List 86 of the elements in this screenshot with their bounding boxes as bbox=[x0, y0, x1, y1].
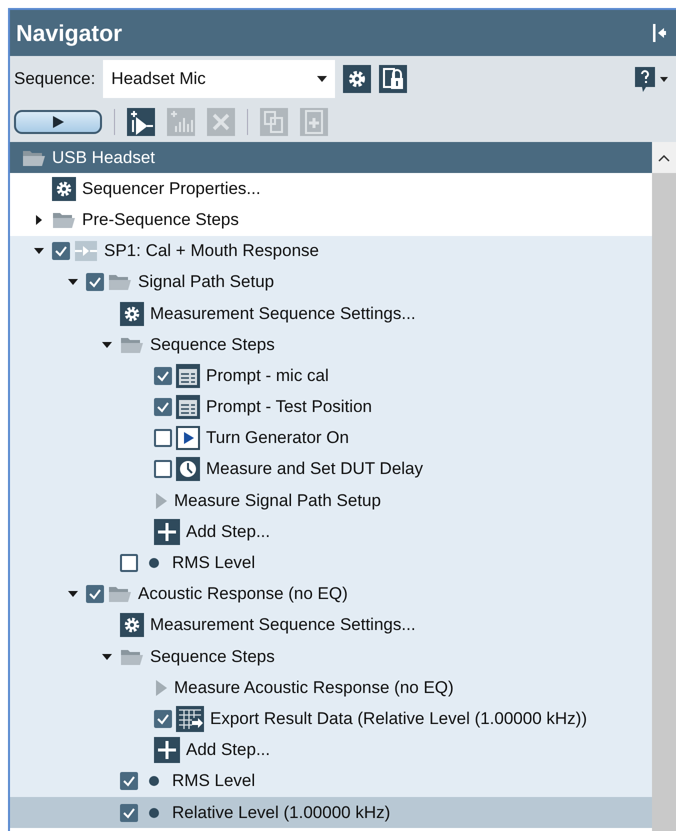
tree-row[interactable]: SP1: Cal + Mouth Response bbox=[10, 236, 652, 267]
help-icon[interactable] bbox=[632, 65, 670, 93]
play-icon bbox=[51, 115, 65, 129]
tree-item-label: Measure and Set DUT Delay bbox=[205, 459, 424, 480]
tree-item-label: Turn Generator On bbox=[205, 428, 349, 448]
tree-item-label: Acoustic Response (no EQ) bbox=[137, 584, 348, 604]
checkbox[interactable] bbox=[154, 398, 172, 416]
tree-row[interactable]: Sequence Steps bbox=[10, 329, 652, 360]
tree-item-label: RMS Level bbox=[171, 553, 256, 574]
tree-row[interactable]: Measure Signal Path Setup bbox=[10, 485, 652, 516]
tree-item-label: Sequence Steps bbox=[149, 646, 275, 667]
tree-item-label: Signal Path Setup bbox=[137, 272, 274, 292]
tree-item-label: Measurement Sequence Settings... bbox=[149, 304, 416, 324]
tree-row[interactable]: Sequencer Properties... bbox=[10, 173, 652, 204]
folder-icon bbox=[108, 272, 132, 292]
tree-row[interactable]: RMS Level bbox=[10, 547, 652, 579]
prompt-icon bbox=[176, 364, 200, 388]
add-step-icon[interactable] bbox=[127, 108, 155, 136]
gear-icon bbox=[120, 613, 144, 638]
tree-row[interactable]: Measure and Set DUT Delay bbox=[10, 454, 652, 486]
tree-row[interactable]: Measurement Sequence Settings... bbox=[10, 610, 652, 641]
settings-icon[interactable] bbox=[343, 65, 372, 93]
clock-icon bbox=[176, 457, 200, 482]
tree-row[interactable]: Acoustic Response (no EQ) bbox=[10, 578, 652, 610]
dot-icon bbox=[148, 806, 160, 819]
run-button[interactable] bbox=[14, 110, 102, 134]
tree-row[interactable]: Prompt - Test Position bbox=[10, 392, 652, 423]
pin-icon[interactable] bbox=[652, 23, 666, 43]
checkbox[interactable] bbox=[86, 273, 104, 292]
tree-row[interactable]: Add Step... bbox=[10, 734, 652, 766]
tree-item-label: Prompt - mic cal bbox=[205, 366, 329, 386]
add-icon bbox=[154, 518, 180, 545]
tree-row[interactable]: Relative Level (1.00000 kHz) bbox=[10, 796, 652, 828]
tree-item-label: Add Step... bbox=[185, 522, 270, 542]
dot-icon bbox=[148, 775, 160, 788]
checkbox[interactable] bbox=[154, 366, 172, 385]
dot-icon bbox=[148, 557, 160, 570]
gear-icon bbox=[52, 176, 76, 201]
tree-item-label: Sequencer Properties... bbox=[81, 178, 261, 199]
tree-item-label: SP1: Cal + Mouth Response bbox=[103, 241, 319, 262]
tree-row[interactable]: Pre-Sequence Steps bbox=[10, 204, 652, 236]
tree-item-label: Add Step... bbox=[185, 740, 270, 760]
scroll-up-icon[interactable] bbox=[658, 154, 670, 162]
tree-row[interactable]: Signal Path Setup bbox=[10, 266, 652, 298]
sequence-dropdown[interactable]: Headset Mic bbox=[103, 60, 336, 98]
tree-item-label: Relative Level (1.00000 kHz) bbox=[171, 802, 390, 823]
tree-row[interactable]: Add Step... bbox=[10, 516, 652, 548]
tree-item-label: RMS Level bbox=[171, 771, 256, 792]
checkbox[interactable] bbox=[120, 554, 138, 572]
gear-icon bbox=[120, 302, 144, 326]
measure-icon bbox=[154, 678, 168, 697]
tree-item-label: Measurement Sequence Settings... bbox=[149, 615, 416, 636]
folder-icon bbox=[108, 584, 132, 604]
tree-item-label: Pre-Sequence Steps bbox=[81, 210, 239, 230]
tree-row[interactable]: Sequence Steps bbox=[10, 641, 652, 672]
play-icon bbox=[176, 426, 200, 450]
tree-item-label: USB Headset bbox=[51, 148, 155, 168]
tree-row[interactable]: Measurement Sequence Settings... bbox=[10, 298, 652, 330]
caret-icon bbox=[317, 76, 328, 82]
checkbox[interactable] bbox=[86, 585, 104, 604]
tree-item-label: Export Result Data (Relative Level (1.00000 kHz)) bbox=[209, 708, 587, 729]
checkbox[interactable] bbox=[120, 772, 138, 790]
measure-icon bbox=[154, 492, 168, 510]
tree-row[interactable]: RMS Level bbox=[10, 766, 652, 797]
tree-row[interactable]: Prompt - mic cal bbox=[10, 360, 652, 392]
locked-document-icon[interactable] bbox=[379, 65, 408, 93]
scrollbar[interactable] bbox=[652, 142, 676, 831]
checkbox[interactable] bbox=[154, 429, 172, 448]
tree-item-label: Measure Signal Path Setup bbox=[173, 490, 381, 511]
add-icon bbox=[154, 737, 180, 764]
tree-item-label: Sequence Steps bbox=[149, 334, 275, 355]
tree-item-label: Measure Acoustic Response (no EQ) bbox=[173, 678, 454, 698]
sequence-label: Sequence: bbox=[14, 69, 96, 89]
tree-row[interactable]: Turn Generator On bbox=[10, 422, 652, 454]
checkbox[interactable] bbox=[52, 242, 70, 260]
prompt-icon bbox=[176, 395, 200, 420]
tree-row[interactable]: Measure Acoustic Response (no EQ) bbox=[10, 672, 652, 704]
tree-row[interactable]: Export Result Data (Relative Level (1.00000 kHz)) bbox=[10, 703, 652, 735]
signal-path-icon bbox=[74, 240, 98, 262]
checkbox[interactable] bbox=[154, 710, 172, 728]
checkbox[interactable] bbox=[154, 460, 172, 478]
tree-row[interactable]: USB Headset bbox=[10, 142, 652, 174]
export-icon bbox=[176, 706, 204, 732]
panel-title: Navigator bbox=[16, 20, 122, 46]
tree-item-label: Prompt - Test Position bbox=[205, 397, 372, 418]
checkbox[interactable] bbox=[120, 804, 138, 822]
